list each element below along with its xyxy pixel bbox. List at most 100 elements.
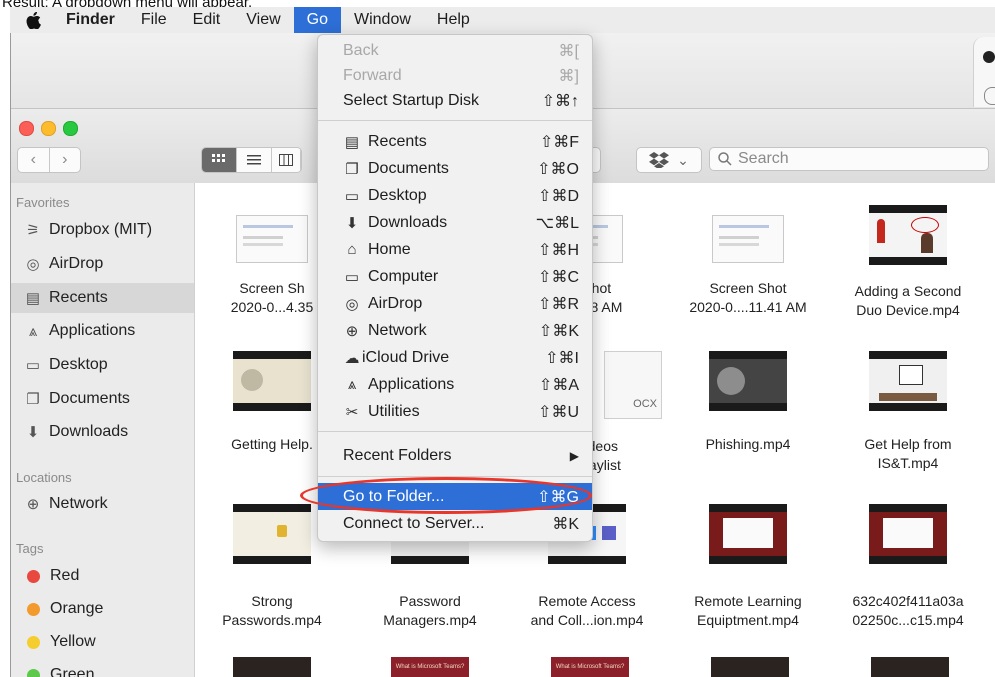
apple-menu-icon[interactable]	[10, 7, 53, 33]
menu-item-icloud-drive[interactable]: ☁ iCloud Drive ⇧⌘I	[318, 344, 592, 371]
menu-item-label: Applications	[368, 375, 455, 393]
file-item[interactable]: 632c402f411a03a 02250c...c15.mp4	[833, 504, 983, 630]
menu-item-go-to-folder[interactable]: Go to Folder... ⇧⌘G	[318, 483, 592, 510]
video-thumbnail	[709, 351, 787, 411]
sidebar-item-desktop[interactable]: ▭ Desktop	[11, 350, 194, 380]
submenu-arrow-icon: ▶	[569, 448, 579, 463]
file-name-line2: Managers.mp4	[383, 612, 477, 628]
file-name-line2: Passwords.mp4	[222, 612, 322, 628]
menu-item-recent-folders[interactable]: Recent Folders ▶	[318, 442, 592, 469]
shortcut-label: ⇧⌘I	[545, 349, 579, 367]
menu-item-documents[interactable]: ❐ Documents ⇧⌘O	[318, 155, 592, 182]
menu-help[interactable]: Help	[424, 7, 483, 33]
file-item[interactable]: Remote Learning Equiptment.mp4	[673, 504, 823, 630]
file-item[interactable]: Get Help from IS&T.mp4	[833, 351, 983, 473]
desktop-icon: ▭	[25, 357, 41, 374]
menu-item-applications[interactable]: ⩓ Applications ⇧⌘A	[318, 371, 592, 398]
menu-item-label: Recents	[368, 132, 427, 150]
sidebar-item-documents[interactable]: ❐ Documents	[11, 384, 194, 414]
file-item[interactable]: Screen Shot 2020-0....11.41 AM	[673, 205, 823, 317]
search-field[interactable]: Search	[709, 147, 989, 171]
file-item[interactable]: Adding a Second Duo Device.mp4	[833, 205, 983, 320]
menu-go[interactable]: Go	[293, 7, 341, 33]
shortcut-label: ⌘K	[552, 515, 579, 533]
menu-item-label: iCloud Drive	[362, 348, 450, 366]
list-view-button[interactable]	[237, 148, 272, 172]
documents-icon: ❐	[345, 160, 359, 178]
back-button[interactable]: ‹	[18, 148, 50, 172]
sidebar-item-applications[interactable]: ⩓ Applications	[11, 316, 194, 346]
menu-item-label: Go to Folder...	[343, 487, 445, 505]
forward-button[interactable]: ›	[50, 148, 81, 172]
sidebar-item-network[interactable]: ⊕ Network	[11, 489, 194, 519]
menu-edit[interactable]: Edit	[180, 7, 234, 33]
menu-item-computer[interactable]: ▭ Computer ⇧⌘C	[318, 263, 592, 290]
thumbnail-graphic	[717, 367, 745, 395]
menu-item-airdrop[interactable]: ◎ AirDrop ⇧⌘R	[318, 290, 592, 317]
documents-icon: ❐	[26, 391, 40, 408]
video-thumbnail[interactable]	[871, 657, 949, 677]
menu-item-label: Network	[368, 321, 427, 339]
dropbox-icon	[649, 152, 670, 168]
sidebar-item-label: Desktop	[49, 356, 108, 373]
close-window-button[interactable]	[19, 121, 34, 136]
sidebar-tag-red[interactable]: Red	[11, 561, 194, 591]
sidebar-tag-yellow[interactable]: Yellow	[11, 627, 194, 657]
menu-item-forward[interactable]: Forward ⌘]	[318, 62, 592, 89]
menu-item-label: Utilities	[368, 402, 420, 420]
menu-item-utilities[interactable]: ✂ Utilities ⇧⌘U	[318, 398, 592, 425]
menu-item-connect-to-server[interactable]: Connect to Server... ⌘K	[318, 510, 592, 537]
thumbnail-frame	[233, 512, 311, 556]
sidebar-item-dropbox[interactable]: ⚞ Dropbox (MIT)	[11, 215, 194, 245]
file-name-line1: Phishing.mp4	[705, 436, 791, 452]
shortcut-label: ⇧⌘A	[538, 376, 579, 394]
recents-icon: ▤	[25, 290, 41, 307]
menu-window[interactable]: Window	[341, 7, 424, 33]
menu-separator	[318, 120, 592, 121]
background-window-edge	[973, 37, 995, 107]
orange-tag-dot	[27, 602, 40, 616]
menu-view[interactable]: View	[233, 7, 293, 33]
sidebar-item-label: Orange	[50, 600, 104, 617]
minimize-window-button[interactable]	[41, 121, 56, 136]
shortcut-label: ⇧⌘↑	[541, 92, 579, 110]
video-thumbnail-teams[interactable]: What is Microsoft Teams?	[551, 657, 629, 677]
sidebar-tag-orange[interactable]: Orange	[11, 594, 194, 624]
zoom-window-button[interactable]	[63, 121, 78, 136]
airdrop-icon: ◎	[345, 295, 359, 313]
sidebar: Favorites ⚞ Dropbox (MIT) ◎ AirDrop ▤ Recen…	[11, 183, 195, 677]
document-thumbnail: OCX	[604, 351, 662, 419]
video-thumbnail[interactable]	[233, 657, 311, 677]
sidebar-tag-green[interactable]: Green	[11, 660, 194, 677]
desktop-icon: ▭	[344, 187, 360, 205]
sidebar-item-airdrop[interactable]: ◎ AirDrop	[11, 249, 194, 279]
view-mode-control	[201, 147, 302, 173]
dropbox-button[interactable]: ⌄	[636, 147, 702, 173]
menu-file[interactable]: File	[128, 7, 180, 33]
thumbnail-desk	[879, 393, 937, 401]
file-item[interactable]: Phishing.mp4	[673, 351, 823, 454]
applications-icon: ⩓	[28, 322, 38, 340]
video-thumbnail-teams[interactable]: What is Microsoft Teams?	[391, 657, 469, 677]
menu-item-downloads[interactable]: ⬇ Downloads ⌥⌘L	[318, 209, 592, 236]
menu-item-label: Forward	[343, 66, 402, 84]
video-thumbnail[interactable]	[711, 657, 789, 677]
thumbnail-graphic	[241, 369, 263, 391]
sidebar-item-label: Downloads	[49, 423, 129, 440]
shortcut-label: ⌥⌘L	[535, 214, 579, 232]
menu-item-back[interactable]: Back ⌘[	[318, 37, 592, 64]
menu-finder[interactable]: Finder	[53, 7, 128, 33]
icon-view-button[interactable]	[202, 148, 237, 172]
sidebar-tags-header: Tags	[16, 541, 44, 556]
menu-item-desktop[interactable]: ▭ Desktop ⇧⌘D	[318, 182, 592, 209]
sidebar-item-downloads[interactable]: ⬇ Downloads	[11, 417, 194, 447]
sidebar-item-recents[interactable]: ▤ Recents	[11, 283, 194, 313]
menu-item-network[interactable]: ⊕ Network ⇧⌘K	[318, 317, 592, 344]
column-view-button[interactable]	[272, 148, 301, 172]
file-name-line1: Remote Access	[538, 593, 636, 609]
menu-item-recents[interactable]: ▤ Recents ⇧⌘F	[318, 128, 592, 155]
menu-item-home[interactable]: ⌂ Home ⇧⌘H	[318, 236, 592, 263]
thumbnail-frame	[869, 512, 947, 556]
menu-separator	[318, 431, 592, 432]
menu-item-select-startup-disk[interactable]: Select Startup Disk ⇧⌘↑	[318, 87, 592, 114]
